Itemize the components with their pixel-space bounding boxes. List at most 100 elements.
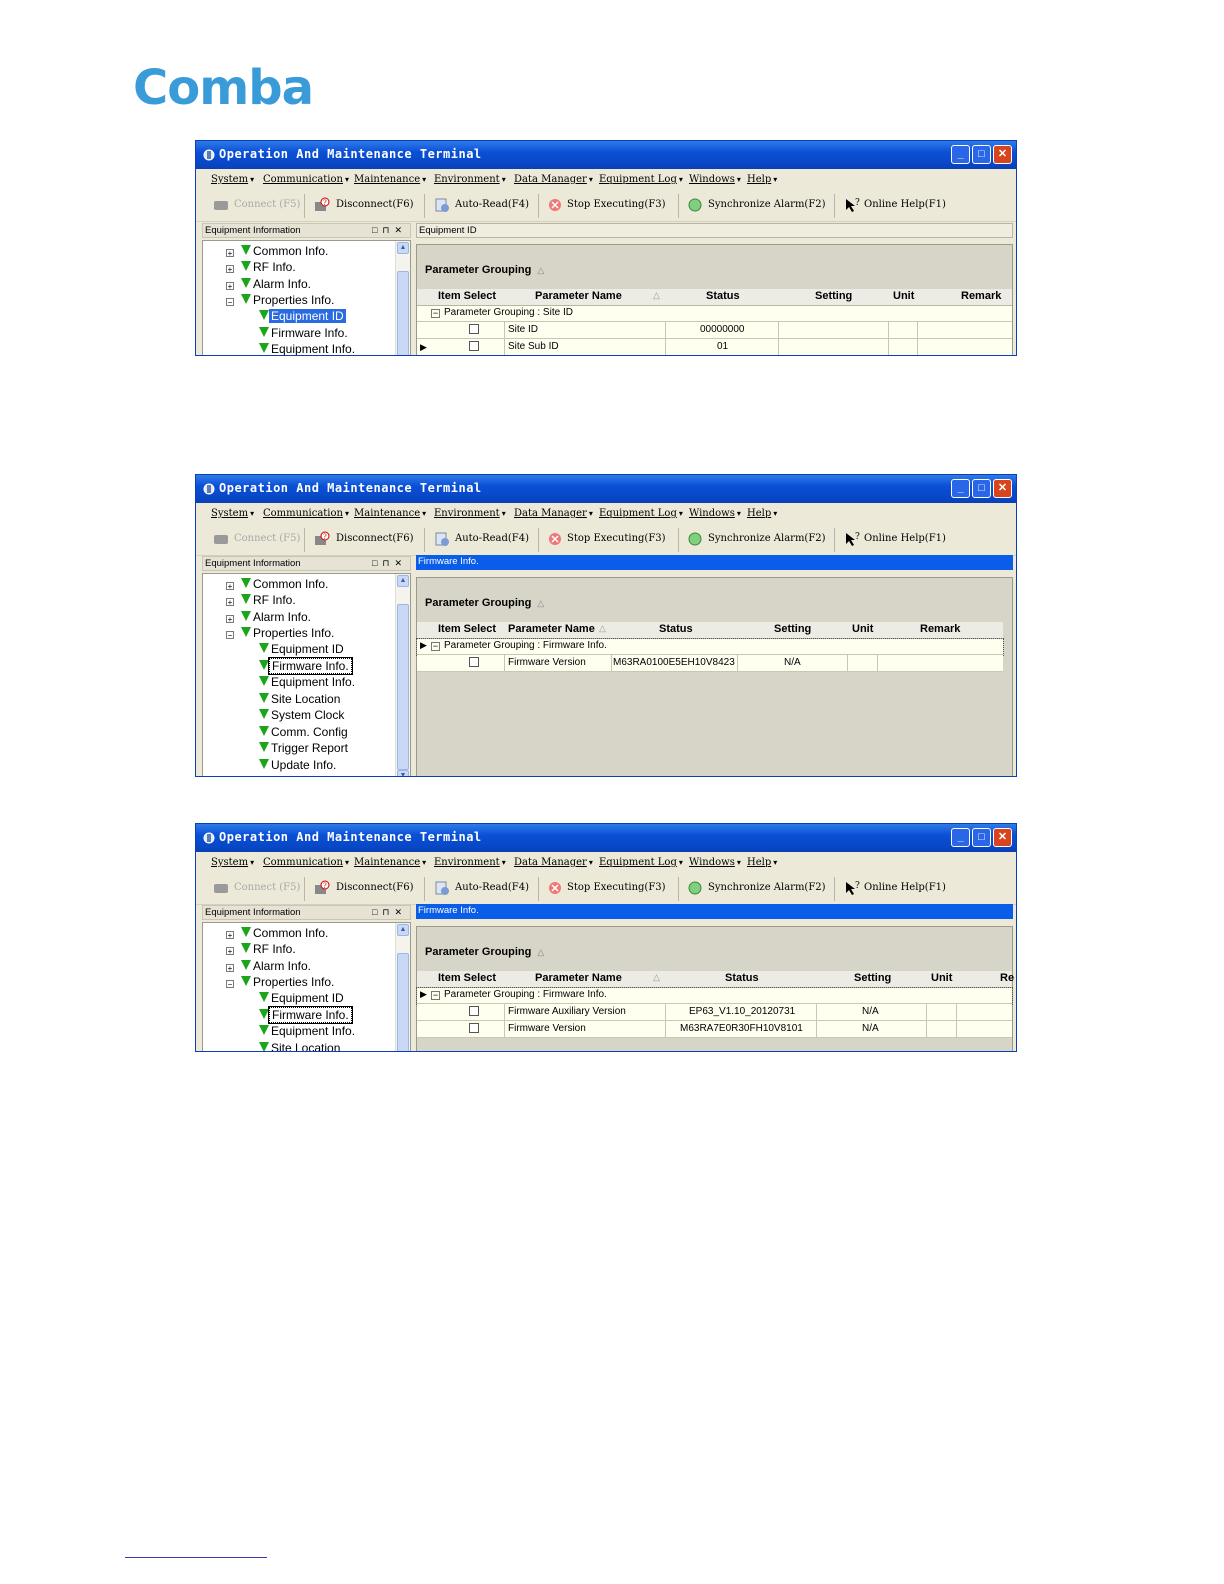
tree-item-firmware-info[interactable]: Firmware Info. (259, 657, 353, 675)
menu-maintenance[interactable]: Maintenance (354, 508, 426, 519)
menu-system[interactable]: System (211, 174, 254, 185)
maximize-button[interactable]: □ (972, 828, 991, 847)
group-by-panel[interactable]: Parameter Grouping △ (425, 946, 565, 962)
tree-scrollbar[interactable]: ▲ ▼ (395, 574, 410, 776)
col-parameter-name[interactable]: Parameter Name (535, 972, 622, 984)
menu-help[interactable]: Help (747, 508, 777, 519)
menu-help[interactable]: Help (747, 857, 777, 868)
panel-controls[interactable]: □⊓✕ (372, 906, 407, 919)
online-help-button[interactable]: Online Help(F1) (864, 199, 946, 210)
collapse-icon[interactable]: − (226, 980, 234, 989)
group-by-panel[interactable]: Parameter Grouping △ (425, 264, 565, 280)
tree-item-properties-info[interactable]: Properties Info. (241, 293, 336, 307)
tree-item-rf-info[interactable]: RF Info. (241, 593, 298, 607)
expand-icon[interactable]: + (226, 582, 234, 591)
col-remark[interactable]: Remark (920, 623, 960, 635)
disconnect-button[interactable]: Disconnect(F6) (336, 882, 414, 893)
group-row[interactable]: ▶ − Parameter Grouping : Firmware Info. (416, 987, 1013, 1005)
table-row[interactable]: Site ID 00000000 (417, 322, 1012, 339)
item-select-checkbox[interactable] (469, 324, 479, 334)
col-unit[interactable]: Unit (893, 290, 914, 302)
close-button[interactable]: ✕ (993, 479, 1012, 498)
tree-item-equipment-info[interactable]: Equipment Info. (259, 1024, 357, 1038)
online-help-button[interactable]: Online Help(F1) (864, 533, 946, 544)
auto-read-button[interactable]: Auto-Read(F4) (455, 533, 529, 544)
tree-item-update-info[interactable]: Update Info. (259, 758, 338, 772)
expand-icon[interactable]: + (226, 615, 234, 624)
stop-executing-button[interactable]: Stop Executing(F3) (567, 199, 666, 210)
collapse-icon[interactable]: − (226, 298, 234, 307)
menu-system[interactable]: System (211, 857, 254, 868)
col-item-select[interactable]: Item Select (438, 972, 496, 984)
synchronize-alarm-button[interactable]: Synchronize Alarm(F2) (708, 882, 826, 893)
tree-item-firmware-info[interactable]: Firmware Info. (259, 1006, 353, 1024)
tree-item-rf-info[interactable]: RF Info. (241, 260, 298, 274)
menu-communication[interactable]: Communication (263, 508, 349, 519)
menu-communication[interactable]: Communication (263, 857, 349, 868)
menu-environment[interactable]: Environment (434, 174, 506, 185)
menu-equipment-log[interactable]: Equipment Log (599, 857, 683, 868)
tree-item-equipment-info[interactable]: Equipment Info. (259, 675, 357, 689)
minimize-button[interactable]: _ (951, 828, 970, 847)
tree-item-firmware-info[interactable]: Firmware Info. (259, 326, 350, 340)
group-row[interactable]: − Parameter Grouping : Site ID (417, 306, 1012, 322)
menu-data-manager[interactable]: Data Manager (514, 174, 593, 185)
expand-icon[interactable]: + (226, 282, 234, 291)
menu-help[interactable]: Help (747, 174, 777, 185)
tree-item-site-location[interactable]: Site Location (259, 692, 342, 706)
tree-item-alarm-info[interactable]: Alarm Info. (241, 959, 313, 973)
disconnect-button[interactable]: Disconnect(F6) (336, 533, 414, 544)
col-parameter-name[interactable]: Parameter Name (535, 290, 622, 302)
disconnect-button[interactable]: Disconnect(F6) (336, 199, 414, 210)
col-status[interactable]: Status (706, 290, 740, 302)
tree-item-site-location[interactable]: Site Location (259, 1041, 342, 1051)
col-status[interactable]: Status (725, 972, 759, 984)
scroll-thumb[interactable] (397, 271, 409, 355)
menu-data-manager[interactable]: Data Manager (514, 857, 593, 868)
scroll-up-arrow-icon[interactable]: ▲ (397, 242, 409, 254)
table-row[interactable]: Firmware Version M63RA0100E5EH10V8423 N/… (417, 655, 1003, 672)
tree-item-alarm-info[interactable]: Alarm Info. (241, 277, 313, 291)
online-help-button[interactable]: Online Help(F1) (864, 882, 946, 893)
tree-item-alarm-info[interactable]: Alarm Info. (241, 610, 313, 624)
tree-item-trigger-report[interactable]: Trigger Report (259, 741, 350, 755)
expand-icon[interactable]: + (226, 598, 234, 607)
tree-item-common-info[interactable]: Common Info. (241, 577, 330, 591)
close-button[interactable]: ✕ (993, 145, 1012, 164)
scroll-up-arrow-icon[interactable]: ▲ (397, 575, 409, 587)
maximize-button[interactable]: □ (972, 145, 991, 164)
col-setting[interactable]: Setting (815, 290, 852, 302)
synchronize-alarm-button[interactable]: Synchronize Alarm(F2) (708, 533, 826, 544)
tree-item-properties-info[interactable]: Properties Info. (241, 975, 336, 989)
collapse-icon[interactable]: − (226, 631, 234, 640)
menu-system[interactable]: System (211, 508, 254, 519)
col-setting[interactable]: Setting (774, 623, 811, 635)
table-row[interactable]: Firmware Auxiliary Version EP63_V1.10_20… (417, 1004, 1012, 1021)
menu-windows[interactable]: Windows (689, 174, 741, 185)
stop-executing-button[interactable]: Stop Executing(F3) (567, 533, 666, 544)
table-row[interactable]: Firmware Version M63RA7E0R30FH10V8101 N/… (417, 1021, 1012, 1038)
group-by-panel[interactable]: Parameter Grouping △ (425, 597, 565, 613)
minimize-button[interactable]: _ (951, 479, 970, 498)
menu-environment[interactable]: Environment (434, 508, 506, 519)
col-setting[interactable]: Setting (854, 972, 891, 984)
tree-scrollbar[interactable]: ▲ (395, 923, 410, 1051)
col-unit[interactable]: Unit (852, 623, 873, 635)
panel-controls[interactable]: □⊓✕ (372, 224, 407, 237)
menu-maintenance[interactable]: Maintenance (354, 857, 426, 868)
table-row[interactable]: ▶ Site Sub ID 01 (417, 339, 1012, 355)
group-row[interactable]: ▶ − Parameter Grouping : Firmware Info. (416, 638, 1004, 656)
tree-item-comm-config[interactable]: Comm. Config (259, 725, 350, 739)
item-select-checkbox[interactable] (469, 1006, 479, 1016)
scroll-down-arrow-icon[interactable]: ▼ (397, 770, 409, 776)
auto-read-button[interactable]: Auto-Read(F4) (455, 882, 529, 893)
col-parameter-name[interactable]: Parameter Name (508, 623, 595, 635)
minimize-button[interactable]: _ (951, 145, 970, 164)
menu-environment[interactable]: Environment (434, 857, 506, 868)
col-remark[interactable]: Remark (961, 290, 1001, 302)
item-select-checkbox[interactable] (469, 657, 479, 667)
scroll-thumb[interactable] (397, 604, 409, 770)
tree-item-equipment-id[interactable]: Equipment ID (259, 642, 346, 656)
col-status[interactable]: Status (659, 623, 693, 635)
expand-icon[interactable]: + (226, 249, 234, 258)
